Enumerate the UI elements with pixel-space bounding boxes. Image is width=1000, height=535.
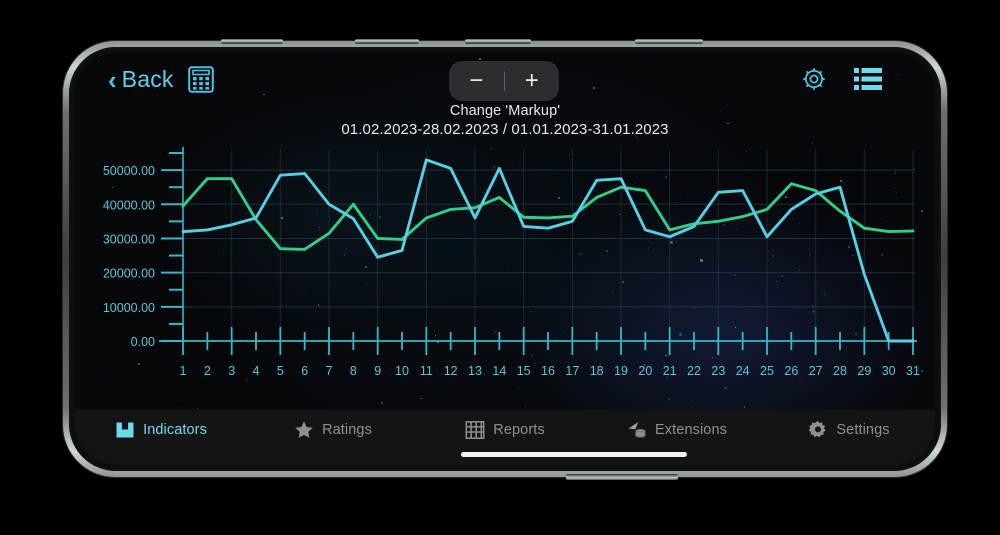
home-indicator[interactable] (461, 452, 687, 457)
tab-label-extensions: Extensions (655, 422, 727, 438)
x-axis-tick-label: 19 (614, 364, 628, 378)
x-axis-tick-label: 24 (736, 364, 750, 378)
tab-label-indicators: Indicators (143, 422, 207, 438)
phone-screen: ‹ Back − + Change 'Markup' 01.02.2023-28… (75, 53, 935, 465)
gear-icon[interactable] (801, 66, 827, 92)
x-axis-tick-label: 1 (180, 364, 187, 378)
x-axis-tick-label: 13 (468, 364, 482, 378)
x-axis-tick-label: 5 (277, 364, 284, 378)
x-axis-tick-label: 7 (326, 364, 333, 378)
phone-side-button[interactable] (465, 39, 531, 44)
gear-icon (808, 420, 828, 440)
x-axis-tick-label: 21 (663, 364, 677, 378)
x-axis-tick-label: 31 (906, 364, 920, 378)
back-button[interactable]: ‹ Back (108, 66, 174, 93)
x-axis-tick-label: 12 (444, 364, 458, 378)
y-axis-tick-label: 20000.00 (103, 267, 155, 281)
tab-indicators[interactable]: Indicators (75, 410, 247, 440)
tab-settings[interactable]: Settings (763, 410, 935, 440)
phone-side-button[interactable] (355, 39, 419, 44)
back-button-label: Back (121, 66, 174, 92)
grid-icon (465, 420, 485, 440)
x-axis-tick-label: 28 (833, 364, 847, 378)
chart-title: Change 'Markup' (449, 103, 561, 119)
x-axis-tick-label: 22 (687, 364, 701, 378)
screenshot-root: ‹ Back − + Change 'Markup' 01.02.2023-28… (0, 0, 1000, 535)
tab-label-settings: Settings (836, 422, 890, 438)
x-axis-tick-label: 6 (301, 364, 308, 378)
line-chart[interactable]: 0.00 10000.00 20000.00 30000.00 40000.00 5000… (75, 141, 935, 409)
tab-label-reports: Reports (493, 422, 545, 438)
x-axis-tick-label: 10 (395, 364, 409, 378)
tab-label-ratings: Ratings (322, 422, 372, 438)
zoom-in-button[interactable]: + (505, 69, 560, 93)
x-axis-tick-label: 9 (374, 364, 381, 378)
y-axis-tick-label: 0.00 (131, 335, 155, 349)
phone-side-button[interactable] (635, 39, 703, 44)
y-axis-tick-label: 50000.00 (103, 164, 155, 178)
y-axis-tick-label: 10000.00 (103, 301, 155, 315)
x-axis-tick-label: 17 (565, 364, 579, 378)
x-axis-tick-label: 11 (420, 364, 433, 378)
chevron-left-icon: ‹ (108, 64, 117, 95)
zoom-control-group: − + (449, 61, 559, 101)
tab-ratings[interactable]: Ratings (247, 410, 419, 440)
x-axis-tick-label: 16 (541, 364, 555, 378)
x-axis-tick-label: 4 (253, 364, 260, 378)
x-axis-tick-label: 27 (809, 364, 823, 378)
y-axis-tick-label: 40000.00 (103, 198, 155, 212)
indicators-icon (115, 420, 135, 440)
x-axis-tick-label: 25 (760, 364, 774, 378)
zoom-out-button[interactable]: − (449, 69, 504, 93)
star-icon (294, 420, 314, 440)
y-axis-tick-label: 30000.00 (103, 232, 155, 246)
tab-extensions[interactable]: Extensions (591, 410, 763, 440)
x-axis-tick-label: 2 (204, 364, 211, 378)
phone-side-button[interactable] (221, 39, 283, 44)
x-axis-tick-label: 18 (590, 364, 604, 378)
x-axis-tick-label: 20 (638, 364, 652, 378)
x-axis-tick-label: 23 (711, 364, 725, 378)
chart-subtitle: 01.02.2023-28.02.2023 / 01.01.2023-31.01… (341, 121, 669, 138)
chart-area: 0.00 10000.00 20000.00 30000.00 40000.00 5000… (75, 141, 935, 409)
x-axis-tick-label: 14 (492, 364, 506, 378)
phone-side-button[interactable] (566, 474, 678, 480)
x-axis-tick-label: 29 (857, 364, 871, 378)
extensions-icon (627, 420, 647, 440)
list-icon[interactable] (854, 67, 882, 91)
x-axis-tick-label: 26 (784, 364, 798, 378)
calculator-icon[interactable] (188, 66, 214, 93)
x-axis-tick-label: 30 (882, 364, 896, 378)
x-axis-tick-label: 8 (350, 364, 357, 378)
x-axis-tick-label: 15 (517, 364, 531, 378)
x-axis-tick-label: 3 (228, 364, 235, 378)
tab-reports[interactable]: Reports (419, 410, 591, 440)
